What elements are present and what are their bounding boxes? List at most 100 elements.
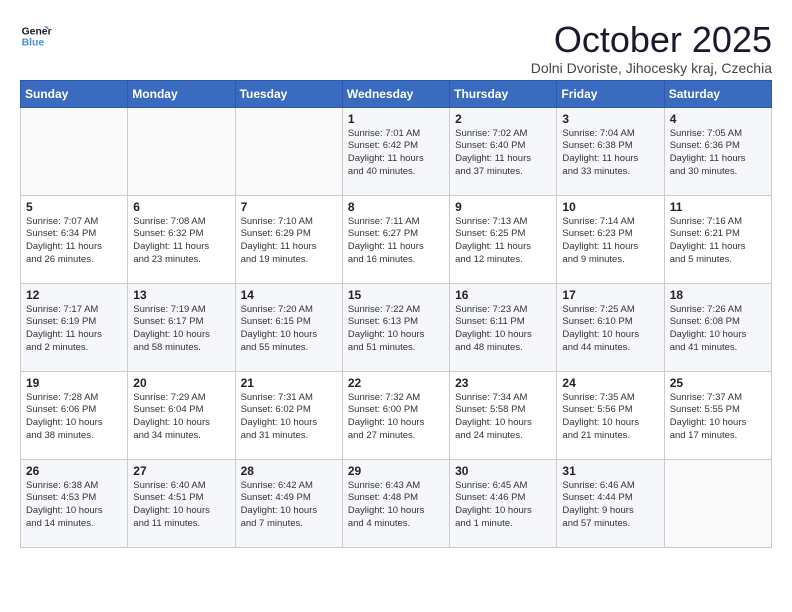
day-number: 23 xyxy=(455,376,551,390)
day-number: 19 xyxy=(26,376,122,390)
table-row: 15 Sunrise: 7:22 AM Sunset: 6:13 PM Dayli… xyxy=(342,283,449,371)
day-number: 30 xyxy=(455,464,551,478)
table-row: 18 Sunrise: 7:26 AM Sunset: 6:08 PM Dayli… xyxy=(664,283,771,371)
day-number: 22 xyxy=(348,376,444,390)
calendar-week-1: 1Sunrise: 7:01 AM Sunset: 6:42 PM Daylig… xyxy=(21,107,772,195)
day-info: Sunrise: 7:20 AM Sunset: 6:15 PM Dayligh… xyxy=(241,304,337,355)
day-info: Sunrise: 7:32 AM Sunset: 6:00 PM Dayligh… xyxy=(348,392,444,443)
calendar-table: Sunday Monday Tuesday Wednesday Thursday… xyxy=(20,80,772,548)
table-row: 10 Sunrise: 7:14 AM Sunset: 6:23 PM Dayli… xyxy=(557,195,664,283)
table-row: 24Sunrise: 7:35 AM Sunset: 5:56 PM Dayli… xyxy=(557,371,664,459)
svg-text:Blue: Blue xyxy=(22,38,45,49)
day-number: 3 xyxy=(562,112,658,126)
logo-icon: General Blue xyxy=(20,20,52,52)
day-info: Sunrise: 7:14 AM Sunset: 6:23 PM Dayligh… xyxy=(562,216,658,267)
day-info: Sunrise: 7:22 AM Sunset: 6:13 PM Dayligh… xyxy=(348,304,444,355)
table-row: 27 Sunrise: 6:40 AM Sunset: 4:51 PM Dayli… xyxy=(128,459,235,547)
day-info: Sunrise: 6:43 AM Sunset: 4:48 PM Dayligh… xyxy=(348,480,444,531)
day-number: 18 xyxy=(670,288,766,302)
day-info: Sunrise: 7:01 AM Sunset: 6:42 PM Dayligh… xyxy=(348,128,444,179)
day-number: 15 xyxy=(348,288,444,302)
table-row: 1Sunrise: 7:01 AM Sunset: 6:42 PM Daylig… xyxy=(342,107,449,195)
day-number: 2 xyxy=(455,112,551,126)
table-row xyxy=(235,107,342,195)
logo: General Blue xyxy=(20,20,52,52)
table-row: 12Sunrise: 7:17 AM Sunset: 6:19 PM Dayli… xyxy=(21,283,128,371)
weekday-sunday: Sunday xyxy=(21,80,128,107)
weekday-tuesday: Tuesday xyxy=(235,80,342,107)
table-row: 7 Sunrise: 7:10 AM Sunset: 6:29 PM Daylig… xyxy=(235,195,342,283)
calendar-week-4: 19 Sunrise: 7:28 AM Sunset: 6:06 PM Dayli… xyxy=(21,371,772,459)
table-row: 26Sunrise: 6:38 AM Sunset: 4:53 PM Dayli… xyxy=(21,459,128,547)
table-row: 11Sunrise: 7:16 AM Sunset: 6:21 PM Dayli… xyxy=(664,195,771,283)
title-block: October 2025 Dolni Dvoriste, Jihocesky k… xyxy=(531,20,772,76)
day-info: Sunrise: 7:28 AM Sunset: 6:06 PM Dayligh… xyxy=(26,392,122,443)
calendar-header-row: Sunday Monday Tuesday Wednesday Thursday… xyxy=(21,80,772,107)
table-row: 20 Sunrise: 7:29 AM Sunset: 6:04 PM Dayli… xyxy=(128,371,235,459)
day-info: Sunrise: 7:17 AM Sunset: 6:19 PM Dayligh… xyxy=(26,304,122,355)
day-info: Sunrise: 7:08 AM Sunset: 6:32 PM Dayligh… xyxy=(133,216,229,267)
day-number: 29 xyxy=(348,464,444,478)
table-row: 2 Sunrise: 7:02 AM Sunset: 6:40 PM Daylig… xyxy=(450,107,557,195)
day-info: Sunrise: 6:40 AM Sunset: 4:51 PM Dayligh… xyxy=(133,480,229,531)
day-info: Sunrise: 7:05 AM Sunset: 6:36 PM Dayligh… xyxy=(670,128,766,179)
day-number: 6 xyxy=(133,200,229,214)
day-info: Sunrise: 7:13 AM Sunset: 6:25 PM Dayligh… xyxy=(455,216,551,267)
calendar-week-2: 5Sunrise: 7:07 AM Sunset: 6:34 PM Daylig… xyxy=(21,195,772,283)
day-info: Sunrise: 7:25 AM Sunset: 6:10 PM Dayligh… xyxy=(562,304,658,355)
day-info: Sunrise: 7:04 AM Sunset: 6:38 PM Dayligh… xyxy=(562,128,658,179)
day-info: Sunrise: 7:02 AM Sunset: 6:40 PM Dayligh… xyxy=(455,128,551,179)
day-info: Sunrise: 6:46 AM Sunset: 4:44 PM Dayligh… xyxy=(562,480,658,531)
weekday-thursday: Thursday xyxy=(450,80,557,107)
table-row: 31 Sunrise: 6:46 AM Sunset: 4:44 PM Dayli… xyxy=(557,459,664,547)
day-number: 20 xyxy=(133,376,229,390)
day-number: 14 xyxy=(241,288,337,302)
table-row: 29 Sunrise: 6:43 AM Sunset: 4:48 PM Dayli… xyxy=(342,459,449,547)
table-row: 6 Sunrise: 7:08 AM Sunset: 6:32 PM Daylig… xyxy=(128,195,235,283)
day-number: 17 xyxy=(562,288,658,302)
day-number: 28 xyxy=(241,464,337,478)
day-info: Sunrise: 7:10 AM Sunset: 6:29 PM Dayligh… xyxy=(241,216,337,267)
day-number: 8 xyxy=(348,200,444,214)
day-info: Sunrise: 7:23 AM Sunset: 6:11 PM Dayligh… xyxy=(455,304,551,355)
table-row: 21 Sunrise: 7:31 AM Sunset: 6:02 PM Dayli… xyxy=(235,371,342,459)
table-row: 28 Sunrise: 6:42 AM Sunset: 4:49 PM Dayli… xyxy=(235,459,342,547)
page-header: General Blue October 2025 Dolni Dvoriste… xyxy=(20,20,772,76)
day-info: Sunrise: 6:45 AM Sunset: 4:46 PM Dayligh… xyxy=(455,480,551,531)
table-row: 25Sunrise: 7:37 AM Sunset: 5:55 PM Dayli… xyxy=(664,371,771,459)
table-row: 30 Sunrise: 6:45 AM Sunset: 4:46 PM Dayli… xyxy=(450,459,557,547)
day-number: 24 xyxy=(562,376,658,390)
table-row: 23 Sunrise: 7:34 AM Sunset: 5:58 PM Dayli… xyxy=(450,371,557,459)
calendar-week-3: 12Sunrise: 7:17 AM Sunset: 6:19 PM Dayli… xyxy=(21,283,772,371)
day-info: Sunrise: 7:11 AM Sunset: 6:27 PM Dayligh… xyxy=(348,216,444,267)
day-number: 27 xyxy=(133,464,229,478)
day-number: 21 xyxy=(241,376,337,390)
location: Dolni Dvoriste, Jihocesky kraj, Czechia xyxy=(531,60,772,76)
day-number: 5 xyxy=(26,200,122,214)
table-row: 22 Sunrise: 7:32 AM Sunset: 6:00 PM Dayli… xyxy=(342,371,449,459)
day-info: Sunrise: 7:29 AM Sunset: 6:04 PM Dayligh… xyxy=(133,392,229,443)
table-row: 17 Sunrise: 7:25 AM Sunset: 6:10 PM Dayli… xyxy=(557,283,664,371)
day-number: 10 xyxy=(562,200,658,214)
day-number: 31 xyxy=(562,464,658,478)
day-number: 11 xyxy=(670,200,766,214)
table-row: 8 Sunrise: 7:11 AM Sunset: 6:27 PM Daylig… xyxy=(342,195,449,283)
table-row: 9Sunrise: 7:13 AM Sunset: 6:25 PM Daylig… xyxy=(450,195,557,283)
table-row: 4Sunrise: 7:05 AM Sunset: 6:36 PM Daylig… xyxy=(664,107,771,195)
table-row: 16Sunrise: 7:23 AM Sunset: 6:11 PM Dayli… xyxy=(450,283,557,371)
day-info: Sunrise: 7:19 AM Sunset: 6:17 PM Dayligh… xyxy=(133,304,229,355)
month-title: October 2025 xyxy=(531,20,772,60)
table-row: 14 Sunrise: 7:20 AM Sunset: 6:15 PM Dayli… xyxy=(235,283,342,371)
day-number: 25 xyxy=(670,376,766,390)
weekday-monday: Monday xyxy=(128,80,235,107)
table-row: 5Sunrise: 7:07 AM Sunset: 6:34 PM Daylig… xyxy=(21,195,128,283)
table-row xyxy=(21,107,128,195)
day-info: Sunrise: 6:42 AM Sunset: 4:49 PM Dayligh… xyxy=(241,480,337,531)
day-number: 13 xyxy=(133,288,229,302)
day-info: Sunrise: 7:31 AM Sunset: 6:02 PM Dayligh… xyxy=(241,392,337,443)
calendar-week-5: 26Sunrise: 6:38 AM Sunset: 4:53 PM Dayli… xyxy=(21,459,772,547)
table-row xyxy=(128,107,235,195)
day-number: 7 xyxy=(241,200,337,214)
day-info: Sunrise: 7:34 AM Sunset: 5:58 PM Dayligh… xyxy=(455,392,551,443)
day-info: Sunrise: 7:26 AM Sunset: 6:08 PM Dayligh… xyxy=(670,304,766,355)
